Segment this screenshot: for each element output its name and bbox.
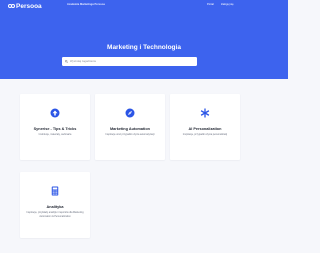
card-title: Synerise - Tips & Tricks — [33, 127, 77, 131]
search-icon — [65, 60, 68, 63]
card-description: Inspiracje oraz przypadki użycia automat… — [105, 133, 155, 136]
logo-mark-icon — [8, 4, 15, 8]
hero-banner: Persooa Academia Marketingu Persooa Port… — [0, 0, 288, 79]
nav-link-login[interactable]: Zaloguj się — [221, 3, 234, 6]
card-title: AI Personalization — [188, 127, 222, 131]
category-card-marketing-automation[interactable]: Marketing Automation Inspiracje oraz prz… — [95, 94, 165, 160]
logo[interactable]: Persooa — [8, 2, 42, 10]
calculator-icon — [51, 186, 59, 196]
search-input[interactable] — [70, 58, 190, 65]
arrow-up-circle-icon — [50, 108, 60, 118]
card-title: Marketing Automation — [110, 127, 150, 131]
search-box[interactable] — [62, 57, 197, 66]
category-card-analityka[interactable]: Analityka Inspiracje, przykłady analityk… — [20, 172, 90, 238]
site-subtitle: Academia Marketingu Persooa — [67, 3, 105, 6]
compass-icon — [125, 108, 135, 118]
category-card-ai-personalization[interactable]: AI Personalization Inspiracje, przypadki… — [170, 94, 240, 160]
card-description: Inspiracje, przykłady analityki i raport… — [26, 211, 84, 218]
category-card-synerise[interactable]: Synerise - Tips & Tricks Instrukcje, mat… — [20, 94, 90, 160]
card-description: Inspiracje, przypadki użycia personaliza… — [182, 133, 228, 136]
logo-text: Persooa — [16, 2, 42, 10]
asterisk-icon — [200, 108, 210, 118]
top-navigation: Persooa Academia Marketingu Persooa Port… — [0, 0, 288, 12]
card-description: Instrukcje, materiały, webinaria — [38, 133, 72, 136]
card-title: Analityka — [46, 205, 64, 209]
page-title: Marketing i Technologia — [107, 44, 181, 51]
nav-link-portal[interactable]: Portal — [207, 3, 214, 6]
